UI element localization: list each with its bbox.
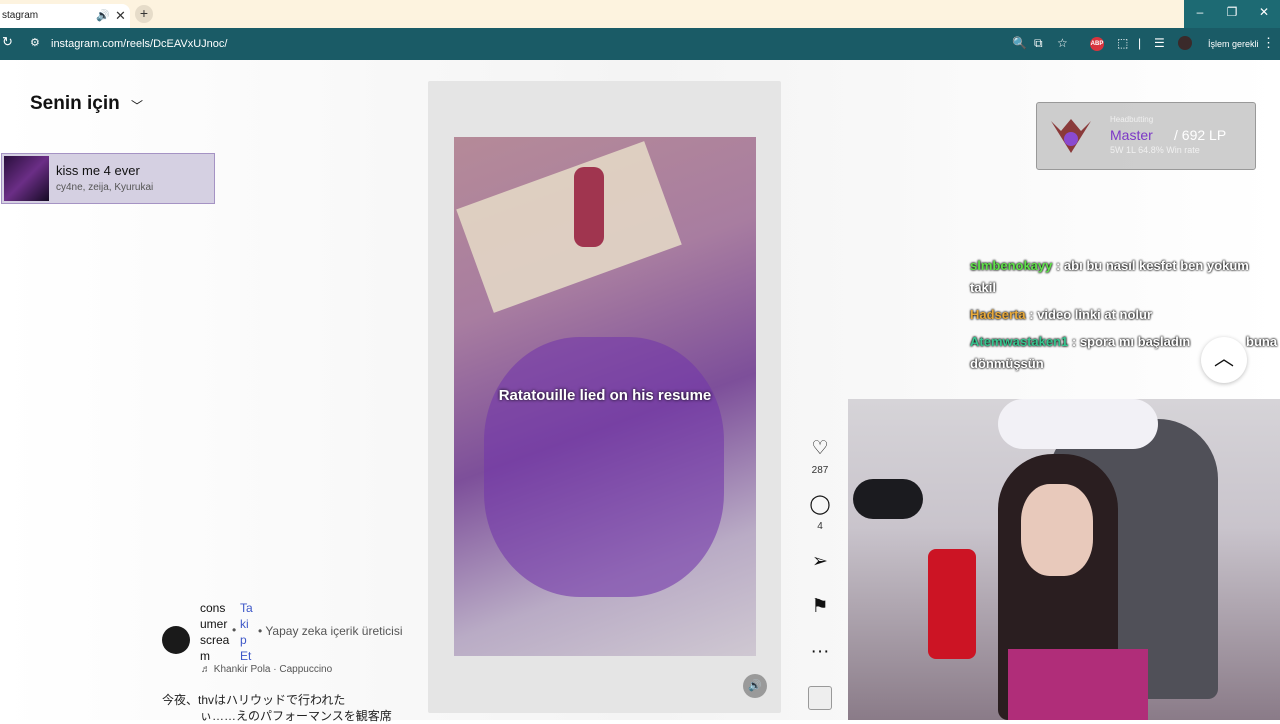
profile-status-label[interactable]: İşlem gerekli: [1208, 39, 1259, 49]
rank-tier: Master: [1110, 127, 1153, 143]
tab-close-button[interactable]: ✕: [115, 8, 126, 24]
chat-message: Hadserta : video linki at nolur: [970, 307, 1152, 322]
webcam-plush-hat: [998, 399, 1158, 449]
comment-count: 4: [817, 521, 823, 532]
webcam-pants: [1008, 649, 1148, 720]
chat-message: Atemwastaken1 : spora mı başladın: [970, 334, 1190, 349]
audio-track-link[interactable]: ♬ Khankir Pola · Cappuccino: [201, 664, 332, 675]
heart-icon[interactable]: ♡: [808, 437, 832, 460]
divider-icon: |: [1138, 36, 1142, 50]
reading-list-icon[interactable]: ☰: [1154, 36, 1165, 50]
reel-description-line2: ぃ……えのパフォーマンスを観客席: [200, 709, 392, 723]
album-art: [4, 156, 49, 201]
address-bar: ↻ ⚙ instagram.com/reels/DcEAVxUJnoc/ 🔍 ⧉…: [0, 28, 1280, 60]
chat-text: : abı bu nasıl kesfet ben yokum: [1052, 258, 1249, 273]
reload-icon[interactable]: ↻: [2, 34, 13, 50]
chat-text: : spora mı başladın: [1068, 334, 1191, 349]
chat-username: Hadserta: [970, 307, 1026, 322]
close-window-button[interactable]: ✕: [1248, 5, 1280, 19]
browser-menu-icon[interactable]: ⋮: [1262, 35, 1275, 51]
rank-emblem-icon: [1051, 119, 1091, 153]
audio-thumbnail[interactable]: [808, 686, 832, 710]
window-controls: – ❐ ✕: [1184, 0, 1280, 28]
site-info-icon[interactable]: ⚙: [30, 36, 40, 49]
now-playing-card: kiss me 4 ever cy4ne, zeija, Kyurukai: [1, 153, 215, 204]
tab-title: stagram: [2, 10, 39, 21]
like-count: 287: [811, 465, 829, 476]
send-icon[interactable]: ➢: [808, 550, 832, 573]
video-table: [456, 141, 682, 313]
song-artists: cy4ne, zeija, Kyurukai: [56, 182, 154, 193]
tab-bar: stagram 🔊 ✕ + – ❐ ✕: [0, 0, 1280, 28]
video-figure: [484, 337, 724, 597]
feed-selector-title[interactable]: Senin için: [30, 93, 120, 115]
rank-summoner: Headbutting: [1110, 115, 1154, 124]
speaker-icon[interactable]: 🔊: [96, 9, 110, 22]
mute-button[interactable]: 🔊: [743, 674, 767, 698]
comment-icon[interactable]: ◯: [808, 493, 832, 516]
ai-creator-label: • Yapay zeka içerik üreticisi: [258, 624, 403, 638]
profile-avatar[interactable]: [1178, 36, 1192, 50]
follow-button[interactable]: Takip Et: [240, 600, 254, 664]
chat-text: : video linki at nolur: [1025, 307, 1153, 322]
star-icon[interactable]: ☆: [1057, 36, 1068, 50]
webcam-plush-toy: [853, 479, 923, 519]
rank-overlay: Headbutting Master / 692 LP 5W 1L 64.8% …: [1036, 102, 1256, 170]
zoom-icon[interactable]: 🔍: [1012, 36, 1027, 50]
video-bottle: [574, 167, 604, 247]
cast-icon[interactable]: ⧉: [1034, 36, 1043, 51]
author-username[interactable]: consumerscream: [200, 600, 232, 664]
more-options-icon[interactable]: ···: [808, 641, 832, 663]
bookmark-icon[interactable]: ⚑: [808, 595, 832, 618]
song-title: kiss me 4 ever: [56, 163, 140, 178]
webcam-overlay: [848, 399, 1280, 720]
restore-button[interactable]: ❐: [1216, 5, 1248, 19]
chat-message-cont: buna: [1246, 334, 1278, 349]
minimize-button[interactable]: –: [1184, 5, 1216, 19]
webcam-face: [1021, 484, 1093, 576]
author-avatar[interactable]: [162, 626, 190, 654]
url-field[interactable]: instagram.com/reels/DcEAVxUJnoc/: [51, 38, 227, 50]
new-tab-button[interactable]: +: [135, 5, 153, 23]
scroll-up-button[interactable]: ︿: [1201, 337, 1247, 383]
chat-username: slmbenokayy: [970, 258, 1053, 273]
extensions-icon[interactable]: ⬚: [1117, 36, 1128, 50]
tab-instagram[interactable]: stagram 🔊 ✕: [0, 4, 130, 28]
reel-description: 今夜、thvはハリウッドで行われた: [162, 693, 346, 707]
webcam-microphone: [928, 549, 976, 659]
chat-message-cont: takil: [970, 280, 997, 295]
chevron-down-icon[interactable]: ﹀: [131, 97, 143, 114]
author-separator: •: [232, 623, 237, 637]
chat-username: Atemwastaken1: [970, 334, 1069, 349]
adblock-icon[interactable]: ABP: [1090, 37, 1104, 51]
chat-message-cont: dönmüşsün: [970, 356, 1044, 371]
rank-winrate: 5W 1L 64.8% Win rate: [1110, 145, 1200, 155]
chat-message: slmbenokayy : abı bu nasıl kesfet ben yo…: [970, 258, 1249, 273]
rank-lp: / 692 LP: [1174, 127, 1227, 143]
